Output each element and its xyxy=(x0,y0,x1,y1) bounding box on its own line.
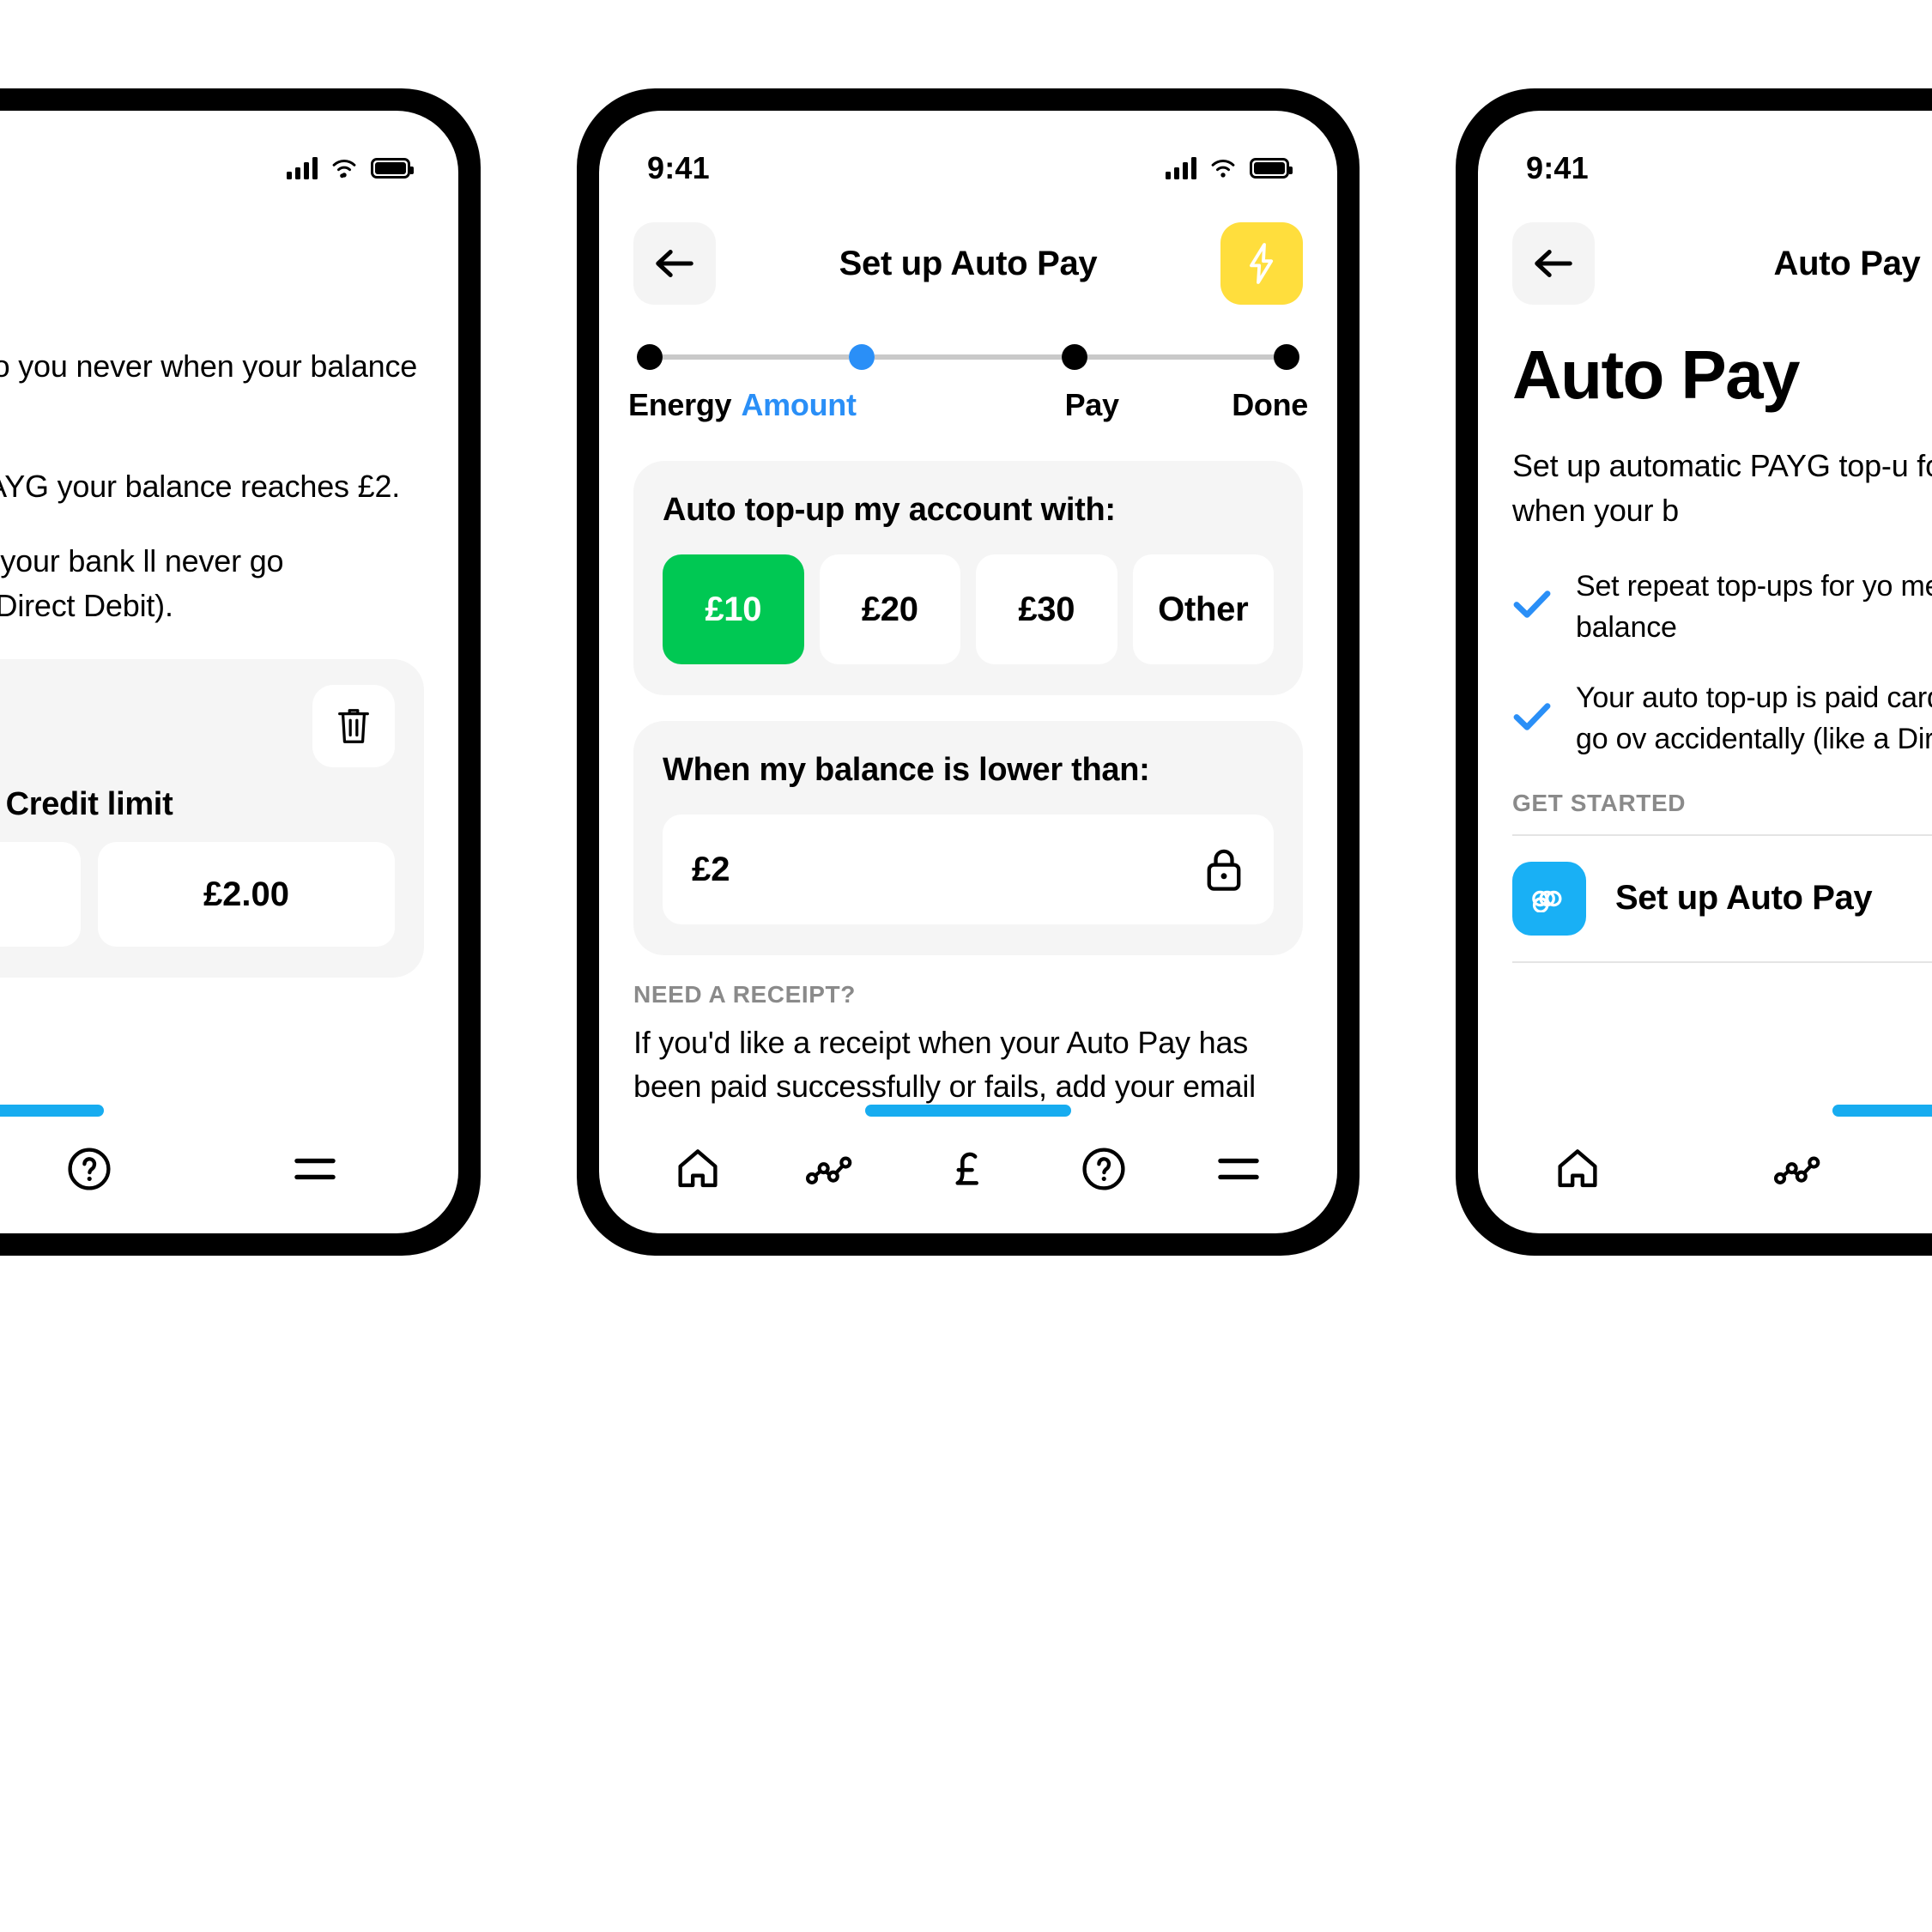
intro-paragraph-3: op-up is paid with your bank ll never go… xyxy=(0,543,284,624)
phone-frame-left: Auto Pay c PAYG top-ups so you never whe… xyxy=(0,88,481,1256)
status-icons xyxy=(287,157,414,179)
status-bar: 9:41 xyxy=(1478,111,1932,203)
status-time: 9:41 xyxy=(1526,150,1589,185)
trash-icon xyxy=(338,709,369,743)
usage-graph-icon xyxy=(1774,1156,1820,1184)
balance-threshold-card: When my balance is lower than: £2 xyxy=(633,721,1303,955)
phone-screen-right: 9:41 Auto Pay Auto Pay Set up automatic … xyxy=(1478,111,1932,1233)
step-label-done: Done xyxy=(1232,387,1309,422)
step-dot-amount[interactable] xyxy=(849,344,875,370)
phone-screen-left: Auto Pay c PAYG top-ups so you never whe… xyxy=(0,111,458,1233)
back-button[interactable] xyxy=(1512,222,1595,305)
content-area-right: Auto Pay Set up automatic PAYG top-u for… xyxy=(1478,310,1932,1105)
step-segment-1 xyxy=(663,354,850,360)
amount-option-20[interactable]: £20 xyxy=(819,554,960,664)
nav-bar-left: Auto Pay xyxy=(0,203,458,310)
balance-threshold-value: £2 xyxy=(692,850,730,888)
benefit-text: Set repeat top-ups for yo meter when you… xyxy=(1576,569,1932,644)
wifi-icon xyxy=(1211,159,1235,178)
home-icon xyxy=(678,1149,718,1188)
hamburger-menu-icon xyxy=(294,1158,336,1180)
nav-bar-center: Set up Auto Pay xyxy=(599,203,1337,310)
question-circle-icon xyxy=(1082,1148,1125,1190)
content-area-left: c PAYG top-ups so you never when your ba… xyxy=(0,310,458,1105)
step-dot-done[interactable] xyxy=(1273,344,1299,370)
back-arrow-icon xyxy=(656,250,693,277)
get-started-heading: GET STARTED xyxy=(1512,789,1687,816)
phone-frame-right: 9:41 Auto Pay Auto Pay Set up automatic … xyxy=(1456,88,1932,1256)
step-label-pay: Pay xyxy=(1064,387,1119,422)
back-button[interactable] xyxy=(633,222,716,305)
amount-option-30[interactable]: £30 xyxy=(976,554,1117,664)
benefit-text: Your auto top-up is paid card, so you'll… xyxy=(1576,681,1932,756)
tab-menu[interactable] xyxy=(263,1126,366,1212)
wifi-icon xyxy=(332,159,356,179)
progress-stepper: Energy Amount Pay Done xyxy=(599,310,1337,423)
home-icon xyxy=(1558,1149,1597,1188)
hamburger-menu-icon xyxy=(1218,1158,1259,1180)
screenshot-canvas: Auto Pay c PAYG top-ups so you never whe… xyxy=(0,0,1932,1932)
question-circle-icon xyxy=(68,1148,111,1190)
benefit-item: Your auto top-up is paid card, so you'll… xyxy=(1512,677,1932,760)
benefit-item: Set repeat top-ups for yo meter when you… xyxy=(1512,566,1932,649)
tab-help[interactable] xyxy=(38,1126,141,1212)
tab-home[interactable] xyxy=(646,1126,749,1212)
tab-home[interactable] xyxy=(1526,1126,1629,1212)
delete-button[interactable] xyxy=(312,685,395,768)
amount-option-other[interactable]: Other xyxy=(1132,554,1274,664)
tab-help[interactable] xyxy=(1052,1126,1155,1212)
step-dot-pay[interactable] xyxy=(1061,344,1087,370)
usage-graph-icon xyxy=(806,1156,852,1184)
step-segment-3 xyxy=(1087,354,1274,360)
tab-payments[interactable] xyxy=(917,1126,1020,1212)
credit-limit-label: Credit limit xyxy=(5,786,173,823)
topup-card-title: Auto top-up my account with: xyxy=(663,492,1116,528)
phone-frame-center: 9:41 Set up Auto Pay Energy Amount Pay D… xyxy=(577,88,1360,1256)
auto-pay-heading: Auto Pay xyxy=(1512,336,1801,413)
credit-limit-value-left[interactable] xyxy=(0,842,81,948)
check-icon xyxy=(1512,701,1552,736)
receipt-section: NEED A RECEIPT? If you'd like a receipt … xyxy=(599,981,1337,1105)
amount-option-10[interactable]: £10 xyxy=(663,554,804,664)
phone-screen-center: 9:41 Set up Auto Pay Energy Amount Pay D… xyxy=(599,111,1337,1233)
auto-pay-intro: Set up automatic PAYG top-u forget to to… xyxy=(1512,448,1932,528)
check-icon xyxy=(1512,589,1552,624)
infinity-icon xyxy=(1512,861,1586,936)
receipt-eyebrow: NEED A RECEIPT? xyxy=(633,981,856,1008)
step-segment-2 xyxy=(875,354,1062,360)
status-icons xyxy=(1166,157,1293,179)
cellular-bars-icon xyxy=(287,157,318,179)
intro-paragraph-1: c PAYG top-ups so you never when your ba… xyxy=(0,348,418,384)
topup-amount-card: Auto top-up my account with: £10 £20 £30… xyxy=(633,461,1303,695)
credit-limit-value[interactable]: £2.00 xyxy=(98,842,395,948)
tab-menu[interactable] xyxy=(1187,1126,1290,1212)
tab-bar-right xyxy=(1478,1105,1932,1233)
back-arrow-icon xyxy=(1535,250,1572,277)
pound-icon xyxy=(955,1152,978,1185)
tab-bar-center xyxy=(599,1105,1337,1233)
lightning-bolt-icon xyxy=(1250,243,1274,284)
tab-bar-left xyxy=(0,1105,458,1233)
battery-icon xyxy=(1250,158,1293,179)
balance-card-title: When my balance is lower than: xyxy=(663,752,1150,788)
status-bar: 9:41 xyxy=(599,111,1337,203)
balance-threshold-field[interactable]: £2 xyxy=(663,815,1274,924)
list-item-set-up-auto-pay[interactable]: Set up Auto Pay xyxy=(1512,833,1932,963)
list-item-label: Set up Auto Pay xyxy=(1615,879,1873,918)
status-time: 9:41 xyxy=(647,150,710,185)
tab-usage[interactable] xyxy=(1749,1126,1852,1212)
nav-bar-right: Auto Pay xyxy=(1478,203,1932,310)
intro-paragraph-2: op-ups for your PAYG your balance reache… xyxy=(0,468,401,504)
tab-usage[interactable] xyxy=(781,1126,884,1212)
content-area-center: Energy Amount Pay Done Auto top-up my ac… xyxy=(599,310,1337,1105)
cellular-bars-icon xyxy=(1166,157,1196,179)
battery-icon xyxy=(371,158,414,179)
energy-action-button[interactable] xyxy=(1220,222,1303,305)
receipt-body: If you'd like a receipt when your Auto P… xyxy=(633,1025,1256,1105)
status-bar xyxy=(0,111,458,203)
lock-icon xyxy=(1207,849,1241,891)
credit-limit-card: Credit limit £2.00 xyxy=(0,659,424,978)
step-dot-energy[interactable] xyxy=(637,344,663,370)
